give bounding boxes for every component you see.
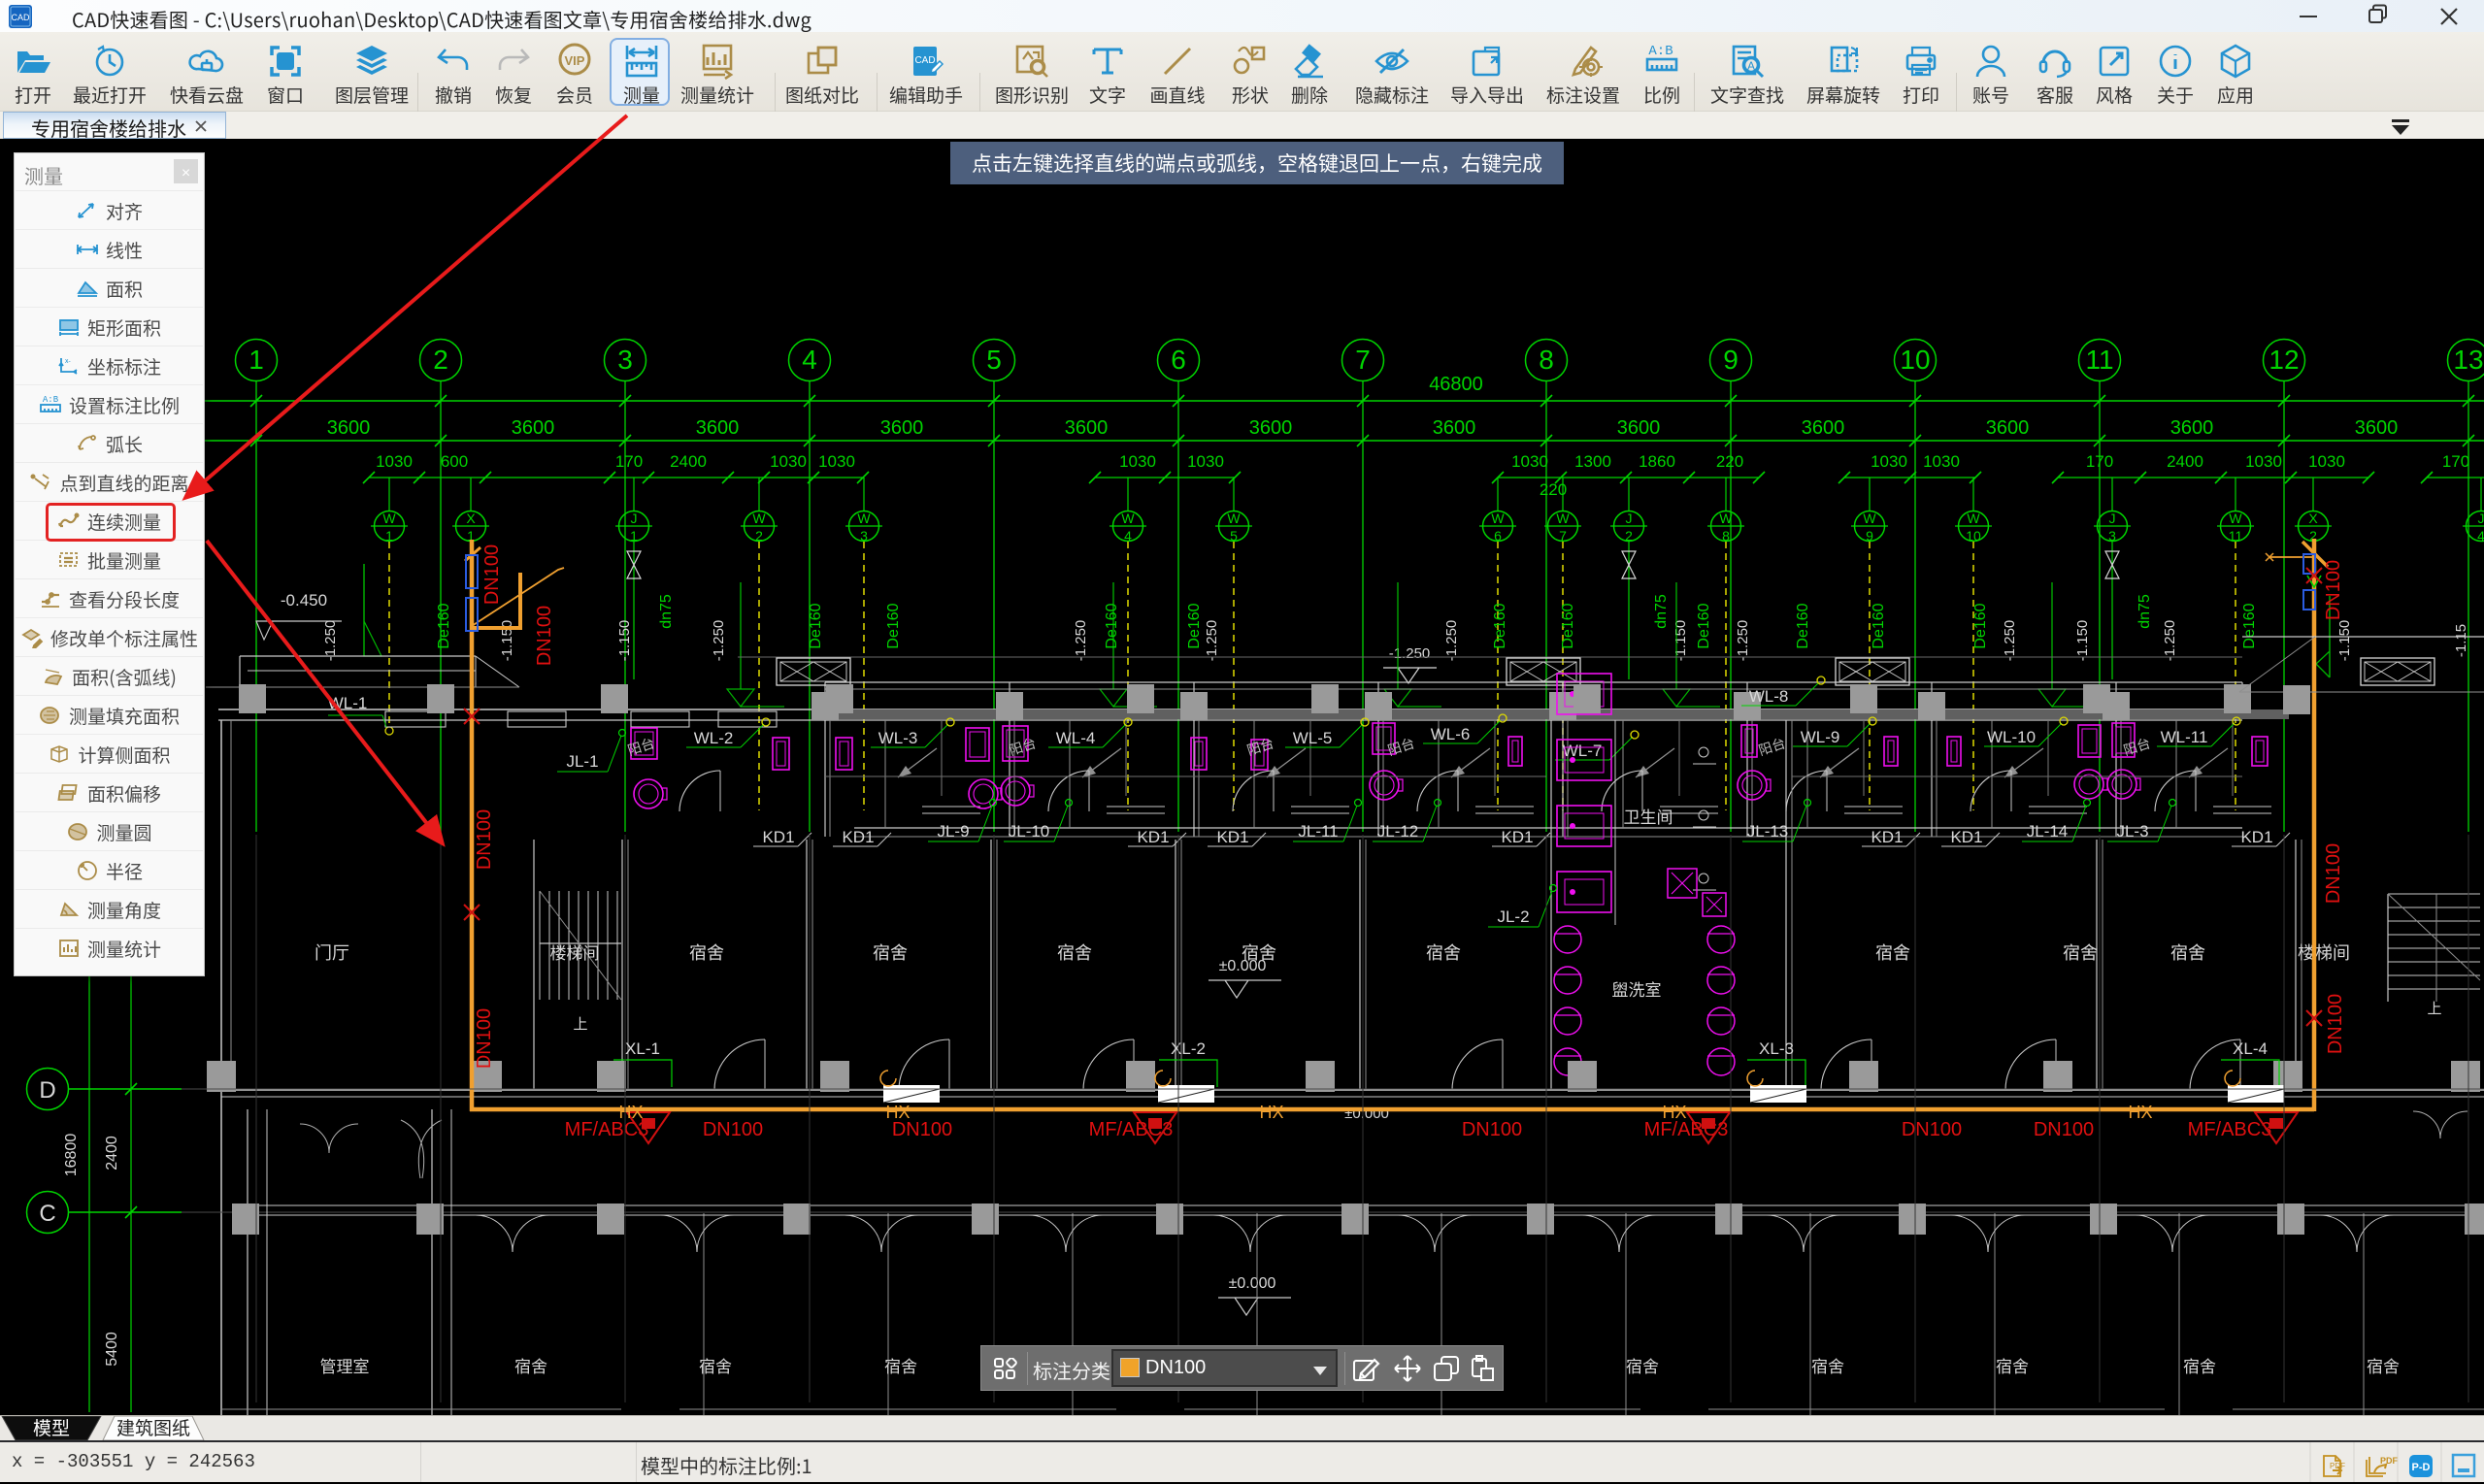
svg-text:x-: x- [65, 356, 71, 366]
svg-text:A:B: A:B [43, 395, 59, 405]
svg-text:CAD: CAD [914, 55, 935, 66]
svg-text:A: A [1747, 59, 1755, 73]
svg-text:CAD: CAD [11, 13, 30, 22]
svg-text:模型: 模型 [33, 1416, 70, 1440]
svg-text:A:B: A:B [1648, 44, 1673, 59]
svg-text:VIP: VIP [565, 53, 585, 68]
svg-text:建筑图纸: 建筑图纸 [116, 1416, 190, 1440]
svg-text:PDF: PDF [2380, 1456, 2399, 1466]
svg-text:PDF: PDF [2330, 1462, 2345, 1470]
svg-text:P-D: P-D [2412, 1462, 2431, 1473]
